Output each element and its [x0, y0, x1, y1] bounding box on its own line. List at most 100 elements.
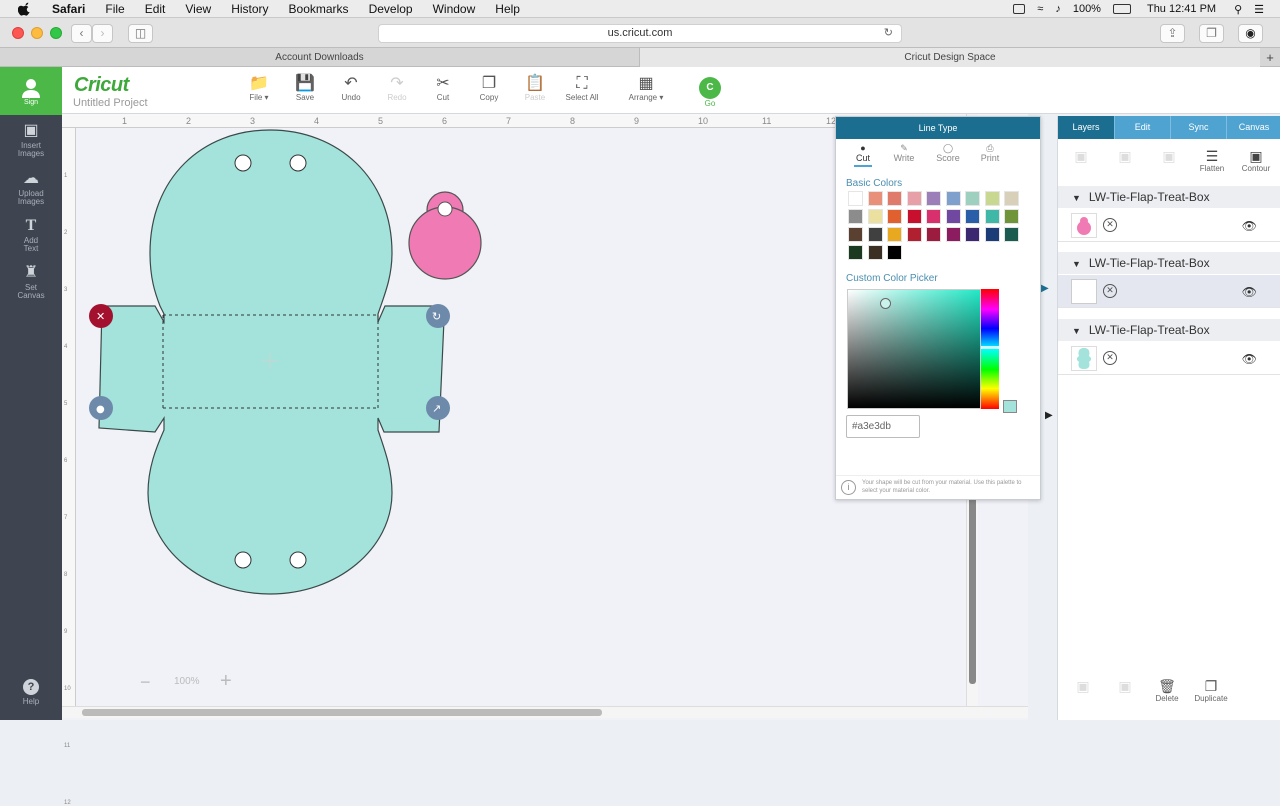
color-gradient-picker[interactable]	[847, 289, 981, 409]
tab-print[interactable]: ⎙ Print	[970, 143, 1010, 163]
color-swatch[interactable]	[1004, 191, 1019, 206]
flatten-button[interactable]: ☰ Flatten	[1192, 148, 1232, 173]
color-swatch[interactable]	[1004, 209, 1019, 224]
battery-percent[interactable]: 100%	[1073, 3, 1101, 15]
menu-edit[interactable]: Edit	[135, 0, 176, 18]
visibility-eye-icon[interactable]: 👁	[1242, 219, 1257, 233]
address-bar[interactable]: us.cricut.com ↻	[378, 24, 902, 43]
scroll-thumb[interactable]	[82, 709, 602, 716]
color-swatch[interactable]	[965, 209, 980, 224]
menu-history[interactable]: History	[221, 0, 278, 18]
color-swatch[interactable]	[965, 227, 980, 242]
panel-collapse-arrow[interactable]: ▶	[1041, 283, 1049, 294]
collapse-icon[interactable]: ▼	[1072, 193, 1081, 203]
color-swatch[interactable]	[848, 245, 863, 260]
layer-group-header[interactable]: ▼ LW-Tie-Flap-Treat-Box	[1058, 252, 1280, 274]
horizontal-scrollbar[interactable]	[62, 706, 1028, 718]
color-swatch[interactable]	[867, 227, 883, 242]
list-icon[interactable]: ☰	[1254, 3, 1264, 16]
forward-button[interactable]: ›	[92, 24, 113, 43]
upload-images-tool[interactable]: ☁ Upload Images	[0, 171, 62, 206]
minimize-window-button[interactable]	[31, 27, 43, 39]
tab-layers[interactable]: Layers	[1058, 116, 1114, 139]
tab-canvas[interactable]: Canvas	[1226, 116, 1280, 139]
hue-handle[interactable]	[981, 346, 999, 349]
save-button[interactable]: 💾 Save	[282, 75, 328, 102]
collapse-icon[interactable]: ▼	[1072, 326, 1081, 336]
color-swatch[interactable]	[984, 227, 1000, 242]
menu-bookmarks[interactable]: Bookmarks	[279, 0, 359, 18]
color-swatch[interactable]	[926, 227, 941, 242]
hue-slider[interactable]	[981, 289, 999, 409]
color-swatch[interactable]	[867, 245, 883, 260]
tab-sync[interactable]: Sync	[1170, 116, 1226, 139]
menu-develop[interactable]: Develop	[359, 0, 423, 18]
scroll-thumb[interactable]	[969, 494, 976, 684]
color-swatch[interactable]	[906, 227, 922, 242]
user-menu[interactable]: Sign	[0, 67, 62, 115]
visibility-eye-icon[interactable]: 👁	[1242, 352, 1257, 366]
color-swatch[interactable]	[906, 191, 922, 206]
camera-icon[interactable]	[1013, 4, 1026, 14]
color-swatch[interactable]	[984, 209, 1000, 224]
sidebar-toggle-button[interactable]: ◫	[128, 24, 153, 43]
share-button[interactable]: ⇪	[1160, 24, 1185, 43]
resize-handle[interactable]: ↗	[426, 396, 450, 420]
collapse-icon[interactable]: ▼	[1072, 259, 1081, 269]
contour-button[interactable]: ▣ Contour	[1236, 148, 1276, 173]
layer-group-header[interactable]: ▼ LW-Tie-Flap-Treat-Box	[1058, 319, 1280, 341]
go-button[interactable]: C	[699, 77, 721, 99]
apple-icon[interactable]	[18, 2, 32, 16]
lock-handle[interactable]: ●	[89, 396, 113, 420]
color-swatch[interactable]	[887, 227, 902, 242]
zoom-window-button[interactable]	[50, 27, 62, 39]
tab-cricut-design-space[interactable]: Cricut Design Space	[640, 48, 1260, 67]
reload-icon[interactable]: ↻	[884, 25, 893, 42]
delete-handle[interactable]: ✕	[89, 304, 113, 328]
menu-file[interactable]: File	[95, 0, 134, 18]
color-swatch[interactable]	[887, 191, 902, 206]
copy-button[interactable]: ❐ Copy	[466, 75, 512, 102]
tabs-overview-button[interactable]: ❐	[1199, 24, 1224, 43]
arrange-button[interactable]: ▦ Arrange ▾	[623, 75, 669, 102]
redo-button[interactable]: ↷ Redo	[374, 75, 420, 102]
weld-button[interactable]: ▣	[1110, 678, 1140, 694]
cut-linetype-icon[interactable]: ✕	[1103, 351, 1117, 365]
select-all-button[interactable]: ⛶ Select All	[559, 75, 605, 102]
color-swatch[interactable]	[867, 191, 883, 206]
new-tab-button[interactable]: +	[1260, 48, 1280, 67]
project-name[interactable]: Untitled Project	[73, 97, 148, 109]
layer-row[interactable]: ✕ 👁	[1058, 342, 1280, 375]
paste-button[interactable]: 📋 Paste	[512, 75, 558, 102]
color-swatch[interactable]	[945, 209, 961, 224]
color-swatch[interactable]	[926, 191, 941, 206]
menu-safari[interactable]: Safari	[42, 0, 95, 18]
color-swatch[interactable]	[945, 191, 961, 206]
panel-expand-arrow[interactable]: ▶	[1045, 410, 1053, 421]
extension-button[interactable]: ◉	[1238, 24, 1263, 43]
help-tool[interactable]: ? Help	[0, 679, 62, 706]
zoom-in-button[interactable]: +	[220, 670, 232, 693]
layer-row-selected[interactable]: ✕ 👁	[1058, 275, 1280, 308]
tab-score[interactable]: ◯ Score	[928, 143, 968, 163]
file-button[interactable]: 📁 File ▾	[236, 75, 282, 102]
picker-cursor[interactable]	[880, 298, 891, 309]
duplicate-button[interactable]: ❐ Duplicate	[1188, 678, 1234, 703]
delete-button[interactable]: 🗑 Delete	[1149, 678, 1185, 703]
color-swatch[interactable]	[906, 209, 922, 224]
gift-tag-shape[interactable]	[408, 191, 482, 280]
layer-group-header[interactable]: ▼ LW-Tie-Flap-Treat-Box	[1058, 186, 1280, 208]
menu-window[interactable]: Window	[423, 0, 486, 18]
volume-icon[interactable]: ♪	[1055, 3, 1061, 15]
tab-write[interactable]: ✎ Write	[884, 143, 924, 163]
cut-linetype-icon[interactable]: ✕	[1103, 218, 1117, 232]
layer-row[interactable]: ✕ 👁	[1058, 209, 1280, 242]
zoom-out-button[interactable]: −	[140, 672, 151, 693]
menu-help[interactable]: Help	[485, 0, 530, 18]
group-button[interactable]: ▣	[1066, 148, 1096, 164]
back-button[interactable]: ‹	[71, 24, 92, 43]
attach-button[interactable]: ▣	[1154, 148, 1184, 164]
color-swatch[interactable]	[945, 227, 961, 242]
add-text-tool[interactable]: T Add Text	[0, 218, 62, 253]
clock[interactable]: Thu 12:41 PM	[1147, 3, 1216, 15]
